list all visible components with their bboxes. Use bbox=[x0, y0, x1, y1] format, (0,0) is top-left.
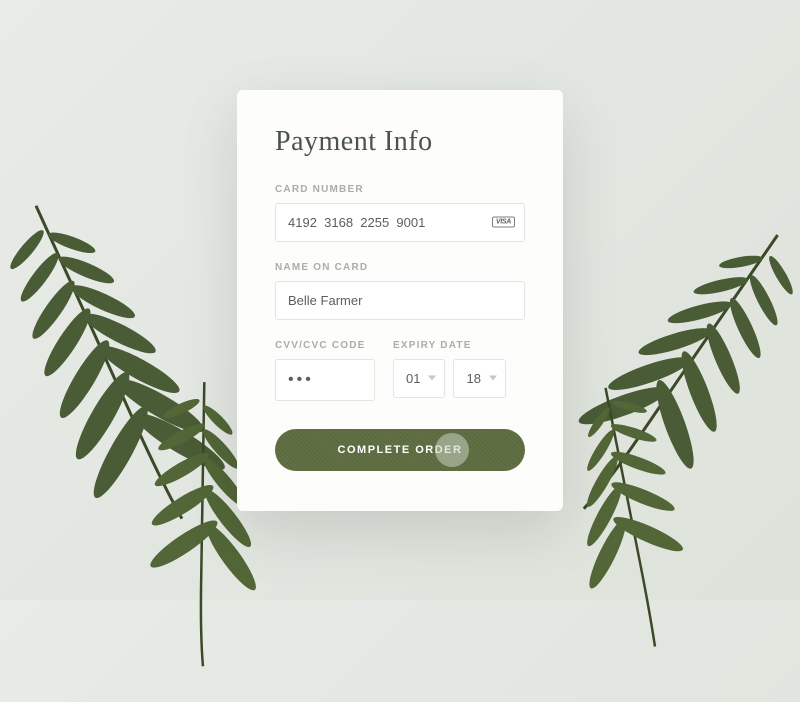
name-on-card-wrap bbox=[275, 281, 525, 320]
chevron-down-icon bbox=[428, 376, 436, 381]
card-number-input[interactable] bbox=[275, 203, 525, 242]
cvv-expiry-row: CVV/CVC CODE EXPIRY DATE 01 18 bbox=[275, 340, 525, 401]
expiry-month-select[interactable]: 01 bbox=[393, 359, 445, 398]
payment-card: Payment Info CARD NUMBER VISA NAME ON CA… bbox=[237, 90, 563, 511]
cvv-input[interactable] bbox=[275, 359, 375, 401]
expiry-year-value: 18 bbox=[466, 371, 480, 386]
submit-label: COMPLETE ORDER bbox=[338, 444, 463, 456]
complete-order-button[interactable]: COMPLETE ORDER bbox=[275, 429, 525, 471]
name-on-card-input[interactable] bbox=[275, 281, 525, 320]
expiry-year-select[interactable]: 18 bbox=[453, 359, 505, 398]
visa-icon: VISA bbox=[492, 217, 515, 228]
expiry-month-value: 01 bbox=[406, 371, 420, 386]
chevron-down-icon bbox=[489, 376, 497, 381]
name-on-card-label: NAME ON CARD bbox=[275, 262, 525, 273]
expiry-col: EXPIRY DATE 01 18 bbox=[393, 340, 525, 401]
page-title: Payment Info bbox=[275, 126, 525, 158]
expiry-select-group: 01 18 bbox=[393, 359, 525, 398]
card-number-wrap: VISA bbox=[275, 203, 525, 242]
cvv-label: CVV/CVC CODE bbox=[275, 340, 375, 351]
card-number-label: CARD NUMBER bbox=[275, 184, 525, 195]
expiry-label: EXPIRY DATE bbox=[393, 340, 525, 351]
cvv-col: CVV/CVC CODE bbox=[275, 340, 375, 401]
